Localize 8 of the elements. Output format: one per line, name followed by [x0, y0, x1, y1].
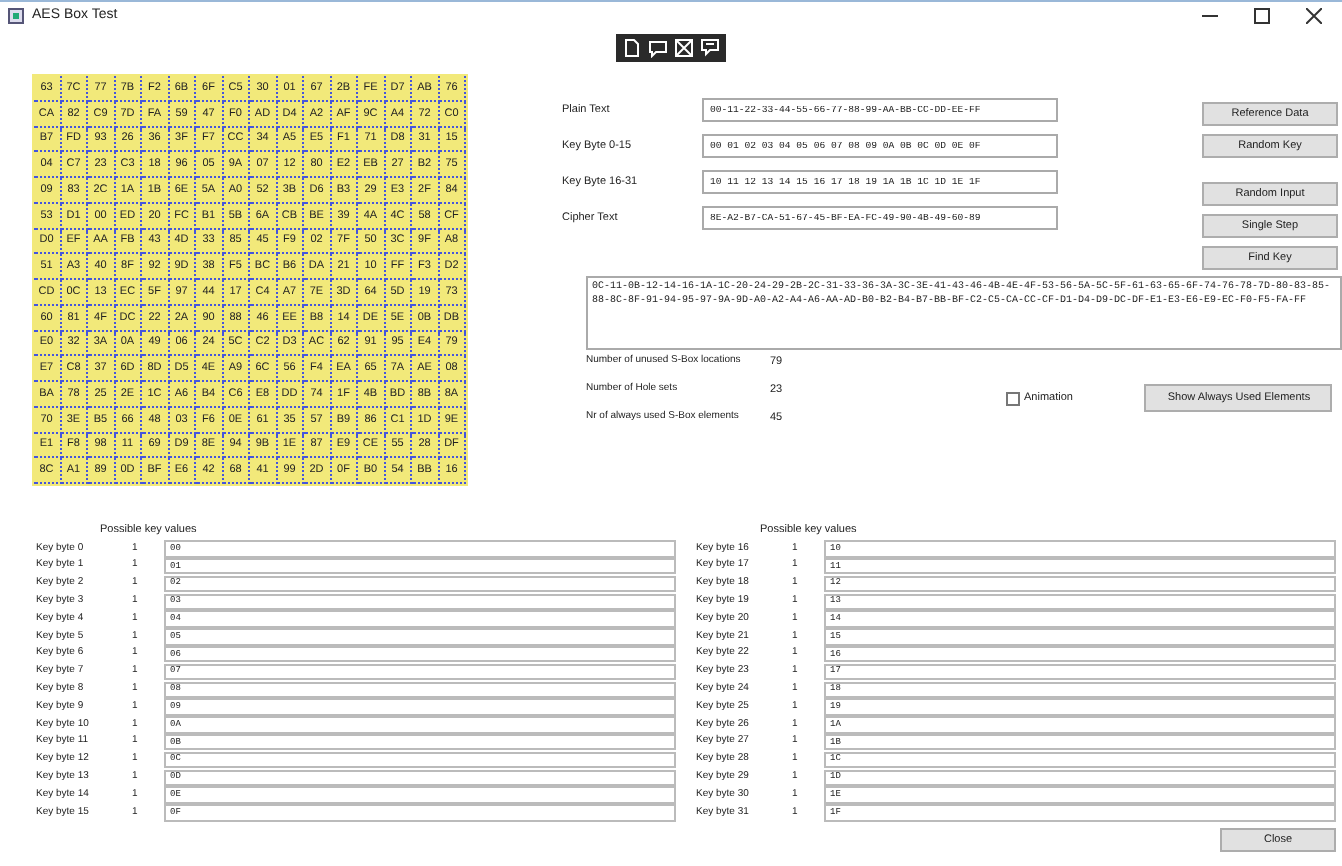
comment-icon[interactable]: [648, 38, 668, 58]
chat-icon[interactable]: [700, 38, 720, 58]
app-icon: [8, 8, 24, 24]
animation-checkbox[interactable]: [1006, 391, 1020, 405]
screen-icon[interactable]: [674, 38, 694, 58]
document-icon[interactable]: [622, 38, 642, 58]
maximize-icon[interactable]: [1254, 8, 1270, 24]
close-icon[interactable]: [1306, 8, 1322, 24]
